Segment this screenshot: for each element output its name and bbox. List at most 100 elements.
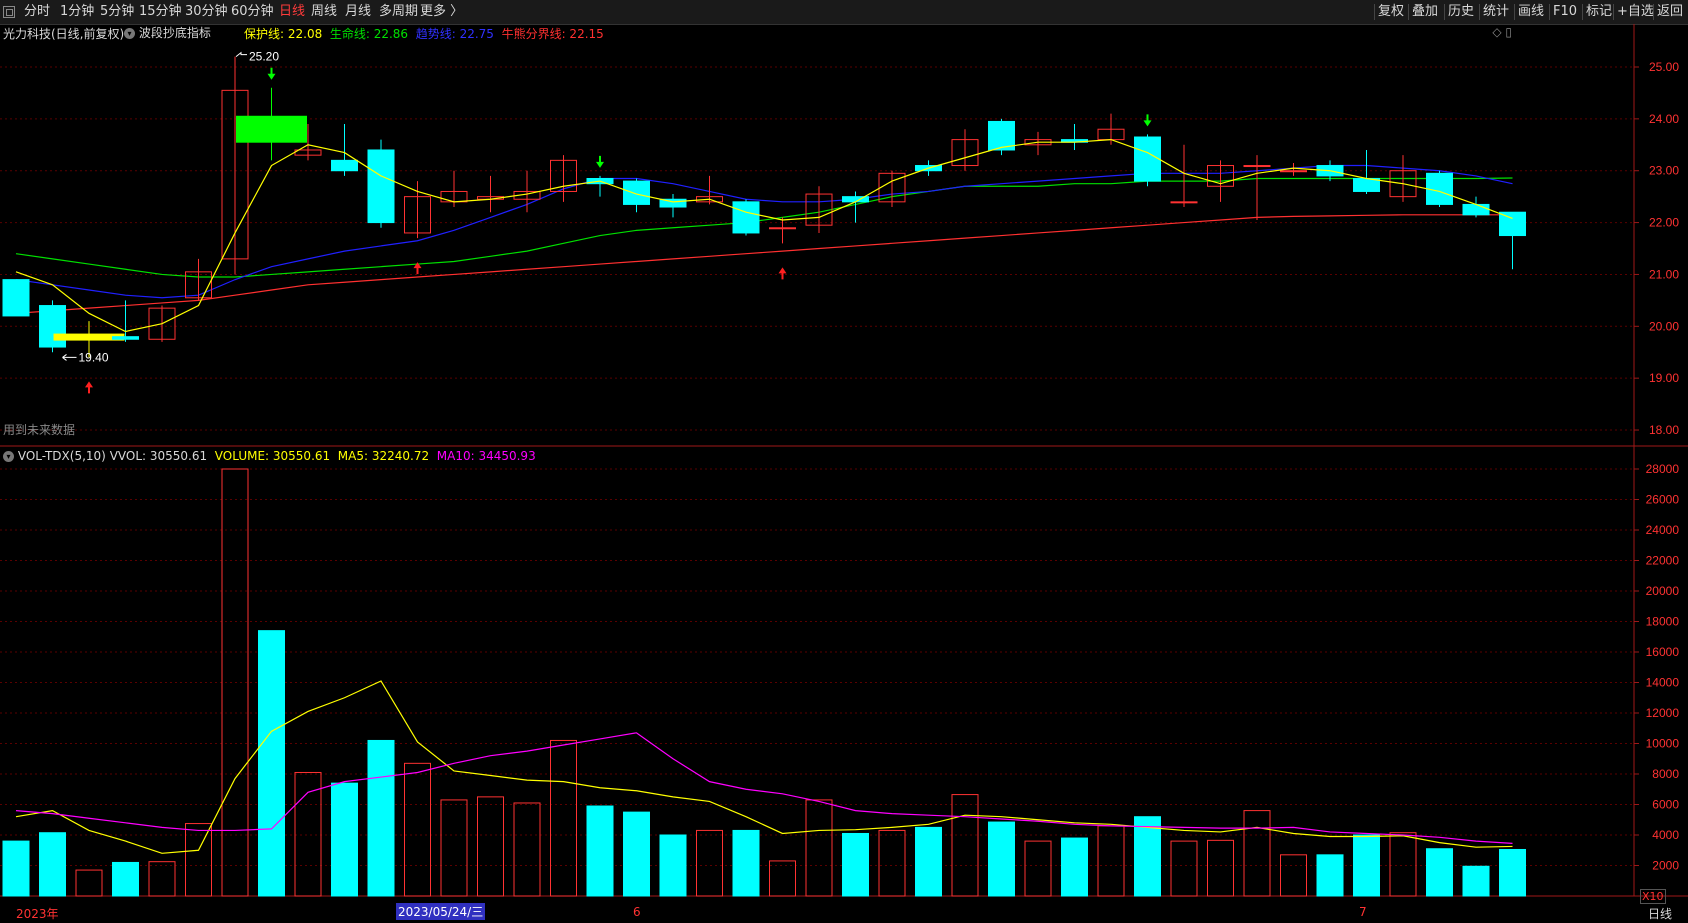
volume-ma10-line: [15, 732, 1513, 844]
volume-bar: [951, 794, 979, 897]
date-axis: [0, 903, 1688, 923]
candle-body: [39, 305, 66, 348]
volume-tick-label: 28000: [1646, 462, 1680, 476]
volume-tick-label: 20000: [1646, 584, 1680, 598]
line-legend: 保护线: 22.08 生命线: 22.86 趋势线: 22.75 牛熊分界线: …: [244, 25, 604, 42]
indicator-dropdown[interactable]: ▾ 波段抄底指标: [124, 24, 211, 41]
volume-bar: [988, 821, 1015, 897]
candle-body: [1499, 211, 1526, 237]
candle-body: [623, 180, 650, 205]
indicator-name: 波段抄底指标: [138, 26, 211, 40]
window-icon[interactable]: [3, 6, 15, 18]
period-tab[interactable]: 分时: [24, 0, 50, 24]
toolbar-button[interactable]: 历史: [1448, 0, 1474, 24]
candle-body: [2, 279, 30, 317]
chevron-down-icon[interactable]: ▾: [124, 28, 135, 39]
price-tick-label: 19.00: [1649, 371, 1679, 385]
ma10-value: MA10: 34450.93: [436, 449, 536, 463]
volume-bar: [586, 805, 614, 897]
toolbar-button[interactable]: F10: [1553, 0, 1577, 24]
price-tick-label: 24.00: [1649, 112, 1679, 126]
volume-bar: [1097, 825, 1125, 897]
bull-bear-line-value: 牛熊分界线: 22.15: [501, 27, 604, 41]
volume-bar: [404, 762, 431, 897]
volume-tick-label: 4000: [1652, 828, 1679, 842]
volume-bar: [623, 811, 650, 897]
period-tab[interactable]: 5分钟: [100, 0, 134, 24]
volume-bar: [732, 829, 760, 897]
expand-icons[interactable]: ◇ ▯: [1492, 25, 1512, 39]
candle-body: [1353, 177, 1380, 192]
stock-title: 光力科技(日线,前复权): [3, 27, 125, 41]
price-tick-label: 21.00: [1649, 267, 1679, 281]
volume-tick-label: 16000: [1646, 645, 1680, 659]
volume-bar: [1207, 839, 1234, 897]
candle-body: [1426, 172, 1453, 205]
volume-legend: ▾ VOL-TDX(5,10) VVOL: 30550.61 VOLUME: 3…: [3, 449, 536, 463]
candle-body: [1243, 165, 1271, 168]
toolbar-separator: [1549, 4, 1550, 20]
toolbar-separator: [1514, 4, 1515, 20]
volume-bar: [148, 861, 176, 897]
toolbar-button[interactable]: 统计: [1483, 0, 1509, 24]
period-tab[interactable]: 1分钟: [60, 0, 94, 24]
volume-bar: [1353, 834, 1380, 897]
volume-tick-label: 26000: [1646, 493, 1680, 507]
date-label-year: 2023年: [16, 907, 59, 921]
volume-tick-label: 24000: [1646, 523, 1680, 537]
volume-tick-label: 22000: [1646, 554, 1680, 568]
toolbar-button[interactable]: 标记: [1586, 0, 1612, 24]
volume-bar: [1243, 810, 1271, 897]
trend-line: [15, 164, 1513, 299]
candle-body: [1462, 203, 1490, 216]
protect-line: [15, 138, 1513, 333]
period-tab[interactable]: 60分钟: [231, 0, 274, 24]
volume-bar: [440, 799, 468, 897]
buy-arrow-icon: [778, 267, 787, 280]
volume-tick-label: 12000: [1646, 706, 1680, 720]
toolbar-button[interactable]: 复权: [1378, 0, 1404, 24]
period-tab[interactable]: 15分钟: [139, 0, 182, 24]
low-price-label: 19.40: [79, 350, 109, 364]
period-tab[interactable]: 月线: [345, 0, 371, 24]
candle-body: [1134, 136, 1161, 182]
candle-body: [1170, 201, 1198, 204]
volume-bar: [769, 860, 796, 897]
toolbar-button[interactable]: +自选: [1617, 0, 1654, 24]
volume-bar: [550, 739, 577, 897]
chevron-down-icon[interactable]: ▾: [3, 451, 14, 462]
candle-body: [842, 196, 869, 203]
volume-tick-label: 18000: [1646, 615, 1680, 629]
period-tab[interactable]: 日线: [279, 0, 305, 24]
volume-bar: [1389, 832, 1417, 897]
volume-bar: [477, 796, 504, 897]
volume-indicator-name: VOL-TDX(5,10): [17, 449, 106, 463]
candle-body: [367, 149, 395, 224]
toolbar-button[interactable]: 叠加: [1412, 0, 1438, 24]
protect-line-value: 保护线: 22.08: [244, 27, 323, 41]
volume-bar: [112, 861, 139, 897]
date-label-cursor: 2023/05/24/三: [396, 903, 486, 920]
toolbar-separator: [1374, 4, 1375, 20]
kline-chart[interactable]: 25.00 24.00 23.00 22.00 21.00 20.00 19.00 18.00…: [0, 24, 1688, 923]
volume-bar: [1024, 840, 1052, 897]
high-price-label: 25.20: [249, 50, 279, 64]
volume-bar: [185, 823, 212, 897]
period-tab[interactable]: 更多 〉: [420, 0, 463, 24]
toolbar-button[interactable]: 画线: [1518, 0, 1544, 24]
sell-arrow-icon: [1143, 114, 1152, 127]
buy-arrow-icon: [85, 381, 93, 394]
toolbar-separator: [1582, 4, 1583, 20]
volume-bar: [842, 832, 869, 897]
toolbar-button[interactable]: 返回: [1657, 0, 1683, 24]
period-tab[interactable]: 周线: [311, 0, 337, 24]
period-tab[interactable]: 30分钟: [185, 0, 228, 24]
period-tab[interactable]: 多周期: [379, 0, 418, 24]
toolbar-separator: [1444, 4, 1445, 20]
candle-body: [236, 115, 307, 143]
date-label-june: 6: [633, 905, 641, 919]
volume-bar: [1426, 848, 1453, 897]
volume-tick-label: 14000: [1646, 676, 1680, 690]
period-toolbar: 分时 1分钟 5分钟 15分钟 30分钟 60分钟 日线 周线 月线 多周期 更多 〉 复权 叠加 历史…: [0, 0, 1688, 25]
volume-unit: X10: [1640, 889, 1666, 904]
